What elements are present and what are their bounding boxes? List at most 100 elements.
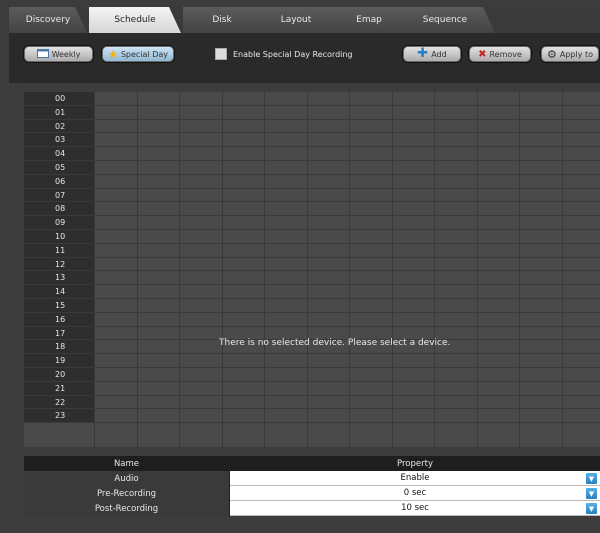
hour-label: 00 — [24, 92, 94, 105]
gear-icon: ⚙ — [547, 47, 557, 61]
hour-label: 15 — [24, 299, 94, 312]
name-column-header: Name — [24, 456, 230, 471]
property-column-header: Property — [230, 456, 600, 471]
hour-row[interactable]: 15 — [24, 299, 600, 313]
grid-column-divider — [391, 83, 393, 447]
hour-row[interactable]: 14 — [24, 285, 600, 299]
hour-row[interactable]: 08 — [24, 202, 600, 217]
enable-special-day-checkbox[interactable] — [215, 48, 227, 60]
tab-sequence[interactable]: Sequence — [395, 7, 495, 33]
add-icon: ✚ — [417, 46, 429, 61]
special-day-label: Special Day — [120, 49, 169, 59]
hour-label: 17 — [24, 326, 94, 340]
hour-row[interactable]: 04 — [24, 147, 600, 161]
hour-row[interactable]: 20 — [24, 368, 600, 382]
hour-label: 23 — [24, 409, 94, 423]
schedule-grid[interactable]: 00 01 02 03 04 05 06 07 08 09 10 11 12 13 14 15 16 17 18 19… — [24, 83, 600, 447]
hour-row[interactable]: 01 — [24, 105, 600, 120]
tab-discovery[interactable]: Discovery — [9, 7, 87, 33]
hour-label: 02 — [24, 119, 94, 133]
hour-label: 10 — [24, 230, 94, 243]
enable-special-day-label: Enable Special Day Recording — [233, 49, 353, 59]
star-icon: ★ — [107, 47, 118, 61]
hour-row[interactable]: 00 — [24, 92, 600, 106]
pre-recording-select[interactable]: 0 sec ▼ — [230, 486, 600, 501]
grid-column-divider — [349, 83, 350, 447]
no-device-message: There is no selected device. Please sele… — [219, 338, 451, 348]
hour-label: 03 — [24, 133, 94, 147]
property-row-audio: Audio Enable ▼ — [24, 471, 600, 486]
add-label: Add — [431, 49, 447, 59]
special-day-button[interactable]: ★ Special Day — [101, 45, 175, 63]
hour-row[interactable]: 06 — [24, 174, 600, 189]
hour-label: 07 — [24, 188, 94, 202]
hour-label: 19 — [24, 354, 94, 367]
property-name: Post-Recording — [24, 501, 230, 516]
hour-row[interactable]: 05 — [24, 161, 600, 175]
hour-row[interactable]: 03 — [24, 133, 600, 148]
grid-column-divider — [179, 83, 180, 447]
hour-label: 01 — [24, 105, 94, 119]
tab-bar: Discovery Schedule Disk Layout Emap Sequ… — [9, 7, 600, 33]
hour-row[interactable]: 22 — [24, 395, 600, 410]
chevron-down-icon[interactable]: ▼ — [586, 488, 597, 499]
grid-column-divider — [476, 83, 478, 447]
audio-select[interactable]: Enable ▼ — [230, 471, 600, 486]
grid-column-divider — [264, 83, 265, 447]
hour-label: 20 — [24, 368, 94, 381]
remove-button[interactable]: ✖ Remove — [468, 45, 532, 63]
weekly-button[interactable]: Weekly — [23, 45, 94, 63]
hour-label: 22 — [24, 395, 94, 409]
hour-row[interactable]: 09 — [24, 216, 600, 230]
hour-row[interactable]: 16 — [24, 312, 600, 327]
hour-row[interactable]: 23 — [24, 409, 600, 424]
hour-label: 04 — [24, 147, 94, 160]
hour-label: 13 — [24, 271, 94, 285]
apply-to-label: Apply to — [559, 49, 594, 59]
add-button[interactable]: ✚ Add — [402, 45, 462, 63]
remove-label: Remove — [489, 49, 522, 59]
hour-label: 16 — [24, 312, 94, 326]
hour-label: 06 — [24, 174, 94, 188]
property-value: Enable — [400, 473, 430, 483]
hour-label: 12 — [24, 257, 94, 271]
property-header: Name Property — [24, 456, 600, 471]
hour-row[interactable]: 10 — [24, 230, 600, 244]
remove-icon: ✖ — [478, 48, 487, 60]
grid-column-divider — [561, 83, 563, 447]
hour-label: 05 — [24, 161, 94, 174]
apply-to-button[interactable]: ⚙ Apply to — [540, 45, 600, 63]
calendar-icon — [36, 48, 49, 60]
enable-special-day-recording[interactable]: Enable Special Day Recording — [215, 47, 353, 61]
property-value: 10 sec — [401, 503, 429, 513]
toolbar: Weekly ★ Special Day Enable Special Day … — [9, 33, 600, 83]
property-value: 0 sec — [403, 488, 427, 498]
hour-row[interactable]: 21 — [24, 381, 600, 396]
hour-label: 21 — [24, 381, 94, 395]
hour-label: 11 — [24, 243, 94, 257]
property-name: Audio — [24, 471, 230, 486]
hour-row[interactable]: 12 — [24, 257, 600, 272]
grid-column-divider — [136, 83, 138, 447]
chevron-down-icon[interactable]: ▼ — [586, 503, 597, 514]
tab-layout[interactable]: Layout — [249, 7, 343, 33]
property-name: Pre-Recording — [24, 486, 230, 501]
grid-column-divider — [434, 83, 435, 447]
property-row-pre-recording: Pre-Recording 0 sec ▼ — [24, 486, 600, 501]
hour-row[interactable]: 19 — [24, 354, 600, 368]
hour-label: 09 — [24, 216, 94, 229]
hour-row[interactable]: 13 — [24, 271, 600, 286]
hour-row[interactable]: 02 — [24, 119, 600, 134]
weekly-label: Weekly — [51, 49, 81, 59]
grid-column-divider — [306, 83, 308, 447]
chevron-down-icon[interactable]: ▼ — [586, 473, 597, 484]
hour-row[interactable]: 11 — [24, 243, 600, 258]
hour-label: 08 — [24, 202, 94, 216]
grid-column-divider — [221, 83, 223, 447]
grid-column-divider — [519, 83, 520, 447]
post-recording-select[interactable]: 10 sec ▼ — [230, 501, 600, 516]
property-row-post-recording: Post-Recording 10 sec ▼ — [24, 501, 600, 516]
hour-row[interactable]: 07 — [24, 188, 600, 203]
grid-header — [24, 83, 600, 92]
tab-schedule[interactable]: Schedule — [89, 7, 181, 33]
